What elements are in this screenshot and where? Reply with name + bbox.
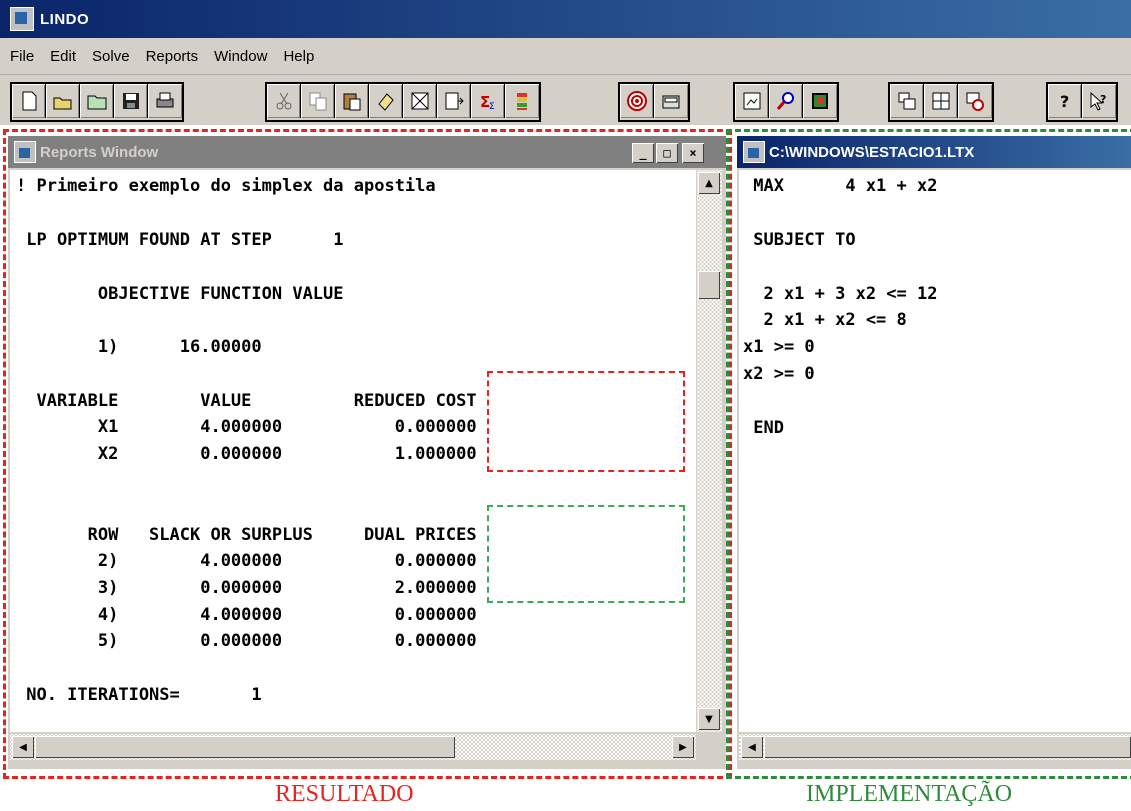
app-title-bar: LINDO [0,0,1131,38]
close-all-button[interactable] [958,84,992,118]
cascade-button[interactable] [890,84,924,118]
svg-text:?: ? [1060,92,1069,111]
toolbar-solve-group [618,82,690,122]
copy-button[interactable] [301,84,335,118]
compile-button[interactable] [654,84,688,118]
dual-prices-highlight [487,505,685,603]
find-button[interactable] [769,84,803,118]
result-caption: RESULTADO [275,781,414,807]
toolbar-edit-group: ΣΣ [265,82,541,122]
toolbar-view-group [733,82,839,122]
reduced-cost-highlight [487,371,685,472]
open-file-button[interactable] [46,84,80,118]
print-button[interactable] [148,84,182,118]
open-view-button[interactable] [80,84,114,118]
toolbar-help-group: ? ? [1046,82,1118,122]
menu-reports[interactable]: Reports [138,48,207,65]
menu-bar: File Edit Solve Reports Window Help [0,38,1131,75]
new-file-button[interactable] [12,84,46,118]
clear-box-button[interactable] [403,84,437,118]
svg-text:Σ: Σ [489,102,495,112]
sum-button[interactable]: ΣΣ [471,84,505,118]
menu-solve[interactable]: Solve [84,48,138,65]
toolbar-file-group [10,82,184,122]
lindo-app-icon[interactable] [10,7,34,31]
toolbar: ΣΣ ? ? [0,75,1131,125]
help-button[interactable]: ? [1048,84,1082,118]
menu-file[interactable]: File [0,48,42,65]
save-button[interactable] [114,84,148,118]
svg-text:?: ? [1100,93,1106,106]
tile-button[interactable] [924,84,958,118]
stack-button[interactable] [505,84,539,118]
paste-button[interactable] [335,84,369,118]
insert-button[interactable] [437,84,471,118]
toolbar-window-group [888,82,994,122]
cut-button[interactable] [267,84,301,118]
implementation-caption: IMPLEMENTAÇÃO [806,781,1013,807]
erase-button[interactable] [369,84,403,118]
context-help-button[interactable]: ? [1082,84,1116,118]
solve-target-button[interactable] [620,84,654,118]
menu-edit[interactable]: Edit [42,48,84,65]
app-title: LINDO [40,10,90,28]
menu-help[interactable]: Help [275,48,322,65]
picture-button[interactable] [735,84,769,118]
menu-window[interactable]: Window [206,48,275,65]
image-button[interactable] [803,84,837,118]
implementation-region-outline [726,129,1131,779]
